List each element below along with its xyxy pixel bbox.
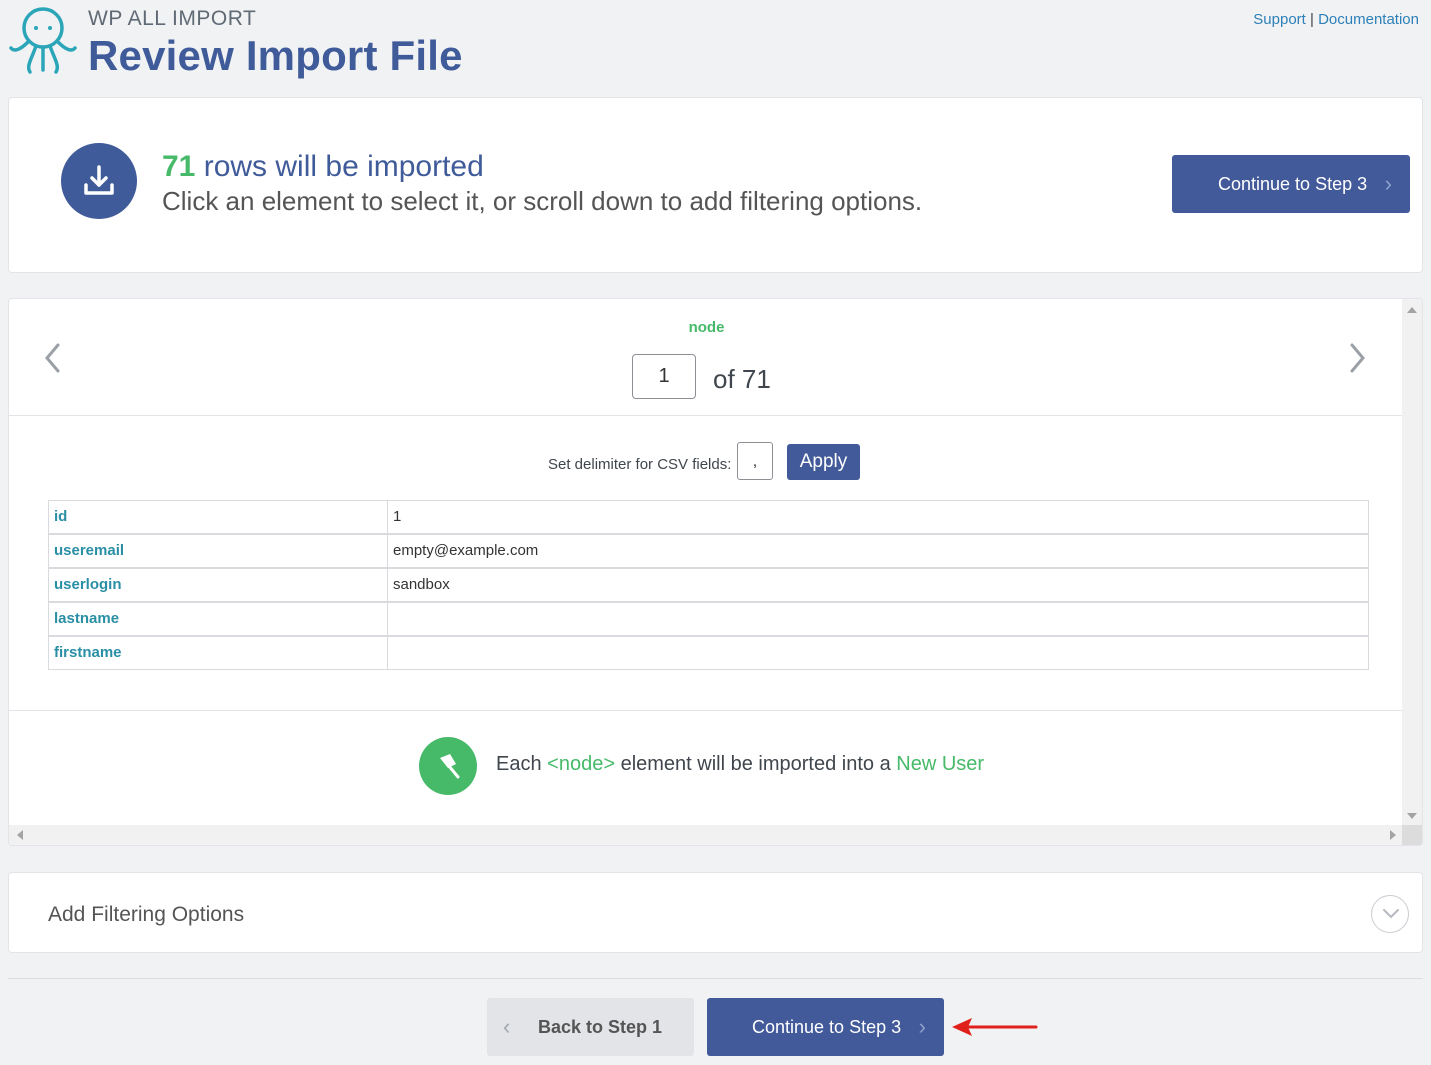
back-label: Back to Step 1 [538, 1016, 663, 1037]
field-value[interactable]: empty@example.com [393, 535, 538, 567]
page-title: Review Import File [88, 32, 463, 79]
record-fields-table: id 1 useremail empty@example.com userlog… [48, 500, 1369, 670]
vertical-scrollbar[interactable] [1402, 299, 1422, 827]
instruction-text: Click an element to select it, or scroll… [162, 186, 923, 216]
chevron-left-icon[interactable] [43, 341, 61, 384]
horizontal-scrollbar[interactable] [9, 825, 1404, 845]
record-preview-panel: node 1 of 71 Set delimiter for CSV field… [8, 298, 1423, 846]
continue-label: Continue to Step 3 [752, 1016, 902, 1037]
red-arrow-icon [950, 1015, 1040, 1046]
filtering-options-section[interactable]: Add Filtering Options [8, 872, 1423, 953]
chevron-right-icon: › [1384, 171, 1392, 196]
pin-icon [419, 737, 477, 795]
apply-button[interactable]: Apply [787, 444, 860, 480]
record-total: of 71 [713, 364, 771, 394]
octopus-logo-icon [8, 4, 78, 76]
note-prefix: Each [496, 753, 548, 775]
scroll-up-icon[interactable] [1407, 307, 1417, 313]
support-link[interactable]: Support [1253, 11, 1306, 28]
table-row[interactable]: lastname [48, 602, 1369, 636]
chevron-left-icon: ‹ [503, 1014, 511, 1039]
table-row[interactable]: firstname [48, 636, 1369, 670]
field-key[interactable]: userlogin [49, 569, 388, 601]
scroll-down-icon[interactable] [1407, 813, 1417, 819]
note-middle: element will be imported into a [615, 753, 897, 775]
field-key[interactable]: firstname [49, 637, 388, 669]
divider [9, 415, 1404, 416]
divider [9, 710, 1404, 711]
import-summary-card: 71 rows will be imported Click an elemen… [8, 97, 1423, 273]
scroll-left-icon[interactable] [17, 830, 23, 840]
import-target: New User [896, 753, 985, 775]
record-number-input[interactable]: 1 [632, 354, 696, 399]
field-value[interactable]: 1 [393, 501, 401, 533]
filtering-title[interactable]: Add Filtering Options [48, 903, 244, 927]
brand-name: WP ALL IMPORT [88, 7, 257, 30]
chevron-down-icon[interactable] [1371, 895, 1409, 933]
scroll-right-icon[interactable] [1390, 830, 1396, 840]
top-links: Support | Documentation [1253, 11, 1419, 28]
field-value[interactable]: sandbox [393, 569, 450, 601]
delimiter-label: Set delimiter for CSV fields: [548, 456, 732, 473]
scrollbar-corner [1402, 825, 1422, 845]
field-key[interactable]: id [49, 501, 388, 533]
back-to-step1-button[interactable]: ‹ Back to Step 1 [487, 998, 694, 1056]
continue-step3-top-button[interactable]: Continue to Step 3 › [1172, 155, 1410, 213]
field-key[interactable]: lastname [49, 603, 388, 635]
table-row[interactable]: useremail empty@example.com [48, 534, 1369, 568]
rows-count-heading: 71 rows will be imported [162, 150, 484, 184]
link-separator: | [1310, 11, 1314, 28]
page-header: WP ALL IMPORT Review Import File Support… [0, 0, 1431, 96]
chevron-right-icon[interactable] [1349, 341, 1367, 384]
table-row[interactable]: id 1 [48, 500, 1369, 534]
delimiter-input[interactable]: , [737, 442, 773, 480]
row-count: 71 [162, 150, 196, 183]
divider [8, 978, 1423, 979]
rows-text: rows will be imported [195, 150, 484, 183]
node-label: node [688, 319, 725, 336]
node-tag: <node> [547, 753, 616, 775]
import-target-note: Each <node> element will be imported int… [496, 753, 984, 776]
continue-label: Continue to Step 3 [1218, 173, 1368, 194]
table-row[interactable]: userlogin sandbox [48, 568, 1369, 602]
chevron-right-icon: › [918, 1014, 926, 1039]
continue-step3-bottom-button[interactable]: Continue to Step 3 › [707, 998, 944, 1056]
download-icon [61, 143, 137, 219]
documentation-link[interactable]: Documentation [1318, 11, 1419, 28]
field-key[interactable]: useremail [49, 535, 388, 567]
